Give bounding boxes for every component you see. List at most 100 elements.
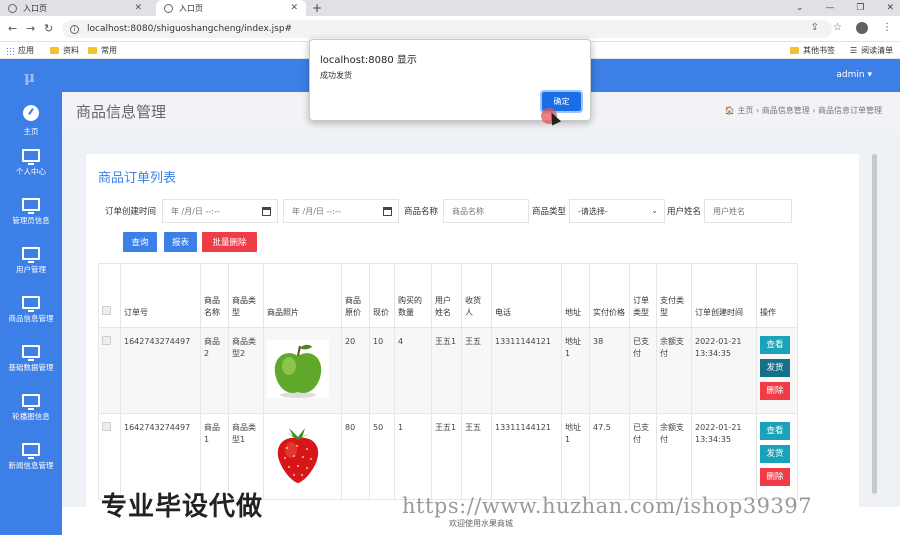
view-button[interactable]: 查看: [760, 336, 790, 354]
share-icon[interactable]: ⇪: [811, 22, 819, 34]
column-header[interactable]: 现价: [369, 263, 395, 328]
apps-grid-icon: [6, 46, 14, 55]
row-checkbox[interactable]: [102, 422, 111, 431]
end-date-input[interactable]: 年 /月/日 --:--: [283, 199, 399, 223]
breadcrumb[interactable]: 🏠 主页 › 商品信息管理 › 商品信息订单管理: [725, 105, 882, 116]
ship-button[interactable]: 发货: [760, 359, 790, 377]
sidebar-item-label: 新闻信息管理: [8, 461, 54, 470]
monitor-icon: [22, 296, 40, 312]
user-name-cell: 王五1: [431, 413, 462, 500]
bookmark-apps[interactable]: 应用: [6, 45, 34, 56]
date-placeholder: 年 /月/日 --:--: [292, 206, 341, 216]
tab-search-icon[interactable]: ⌄: [796, 0, 804, 16]
globe-icon: [8, 3, 17, 13]
search-button[interactable]: 查询: [123, 232, 157, 252]
column-header[interactable]: 支付类型: [656, 263, 692, 328]
scrollbar-thumb[interactable]: [872, 154, 877, 494]
sidebar-item-home[interactable]: 主页: [0, 98, 62, 142]
bookmark-other[interactable]: 其他书签: [790, 45, 835, 56]
input-placeholder: 用户姓名: [713, 206, 745, 216]
column-header[interactable]: 商品类型: [228, 263, 264, 328]
phone-cell: 13311144121: [491, 327, 562, 414]
column-header[interactable]: 购买的数量: [394, 263, 432, 328]
sidebar-item-news[interactable]: 新闻信息管理: [0, 438, 62, 482]
product-type-cell: 商品类型2: [228, 327, 264, 414]
close-tab-icon[interactable]: ✕: [134, 3, 142, 13]
url-bar[interactable]: i localhost:8080/shiguoshangcheng/index.…: [62, 20, 832, 38]
menu-icon[interactable]: ⋮: [882, 22, 892, 34]
column-header[interactable]: 商品名称: [200, 263, 229, 328]
forward-icon[interactable]: →: [26, 22, 35, 35]
original-price-cell: 80: [341, 413, 370, 500]
start-date-input[interactable]: 年 /月/日 --:--: [162, 199, 278, 223]
column-header[interactable]: 商品照片: [263, 263, 342, 328]
user-name-label: 用户姓名: [667, 207, 702, 217]
strawberry-photo: [267, 426, 329, 484]
view-button[interactable]: 查看: [760, 422, 790, 440]
delete-button[interactable]: 删除: [760, 382, 790, 400]
info-icon[interactable]: i: [70, 24, 79, 34]
minimize-icon[interactable]: —: [825, 0, 834, 16]
sidebar-item-label: 个人中心: [16, 167, 46, 176]
delete-button[interactable]: 删除: [760, 468, 790, 486]
created-time-cell: 2022-01-21 13:34:35: [691, 413, 757, 500]
dashboard-icon: [23, 105, 39, 121]
bookmark-folder-2[interactable]: 常用: [88, 45, 117, 56]
batch-delete-button[interactable]: 批量删除: [202, 232, 257, 252]
bookmark-label: 阅读清单: [861, 46, 894, 55]
bookmark-folder-1[interactable]: 资料: [50, 45, 79, 56]
column-header[interactable]: 收货人: [461, 263, 492, 328]
page-scrollbar[interactable]: [871, 152, 878, 535]
column-header[interactable]: 订单创建时间: [691, 263, 757, 328]
sidebar-item-products[interactable]: 商品信息管理: [0, 291, 62, 335]
reload-icon[interactable]: ↻: [44, 22, 53, 35]
back-icon[interactable]: ←: [8, 22, 17, 35]
pay-type-cell: 余额支付: [656, 327, 692, 414]
column-header[interactable]: 订单号: [120, 263, 201, 328]
report-button[interactable]: 报表: [164, 232, 197, 252]
star-icon[interactable]: ☆: [833, 22, 842, 34]
sidebar-item-basic-data[interactable]: 基础数据管理: [0, 340, 62, 384]
row-checkbox[interactable]: [102, 336, 111, 345]
address-cell: 地址1: [561, 327, 590, 414]
calendar-icon[interactable]: [383, 207, 392, 216]
profile-avatar[interactable]: [856, 22, 868, 34]
order-type-cell: 已支付: [629, 327, 657, 414]
user-menu[interactable]: admin ▾: [836, 70, 872, 80]
order-type-cell: 已支付: [629, 413, 657, 500]
new-tab-button[interactable]: +: [312, 0, 322, 16]
column-header[interactable]: 实付价格: [589, 263, 630, 328]
product-name-input[interactable]: 商品名称: [443, 199, 529, 223]
column-header[interactable]: 商品原价: [341, 263, 370, 328]
ship-button[interactable]: 发货: [760, 445, 790, 463]
column-header[interactable]: 用户姓名: [431, 263, 462, 328]
price-cell: 50: [369, 413, 395, 500]
bookmark-reading-list[interactable]: ☰ 阅读清单: [850, 45, 893, 56]
sidebar-item-admins[interactable]: 管理员信息: [0, 193, 62, 237]
monitor-icon: [22, 394, 40, 410]
user-name-input[interactable]: 用户姓名: [704, 199, 792, 223]
column-header[interactable]: 电话: [491, 263, 562, 328]
close-tab-icon[interactable]: ✕: [290, 3, 298, 13]
calendar-icon[interactable]: [262, 207, 271, 216]
close-window-icon[interactable]: ✕: [886, 0, 894, 16]
table-row: 1642743274497 商品2 商品类型2 20 10 4 王五1 王五 1…: [98, 327, 798, 414]
apple-photo: [267, 340, 329, 398]
maximize-icon[interactable]: ❐: [856, 0, 864, 16]
input-placeholder: 商品名称: [452, 206, 484, 216]
sidebar-item-users[interactable]: 用户管理: [0, 242, 62, 286]
paid-price-cell: 47.5: [589, 413, 630, 500]
column-header[interactable]: 订单类型: [629, 263, 657, 328]
ops-cell: 查看 发货 删除: [756, 413, 798, 500]
sidebar-item-personal[interactable]: 个人中心: [0, 144, 62, 188]
sidebar-item-label: 管理员信息: [12, 216, 50, 225]
browser-tab-2[interactable]: 入口页 ✕: [156, 0, 306, 16]
receiver-cell: 王五: [461, 327, 492, 414]
window-controls: ⌄ — ❐ ✕: [796, 0, 894, 16]
product-type-select[interactable]: -请选择- ⌄: [569, 199, 665, 223]
sidebar-item-carousel[interactable]: 轮播图信息: [0, 389, 62, 433]
order-list-card: 商品订单列表 订单创建时间 年 /月/日 --:-- 年 /月/日 --:-- …: [86, 154, 859, 535]
column-header[interactable]: 地址: [561, 263, 590, 328]
browser-tab-1[interactable]: 入口页 ✕: [0, 0, 150, 16]
select-all-checkbox[interactable]: [102, 306, 111, 315]
